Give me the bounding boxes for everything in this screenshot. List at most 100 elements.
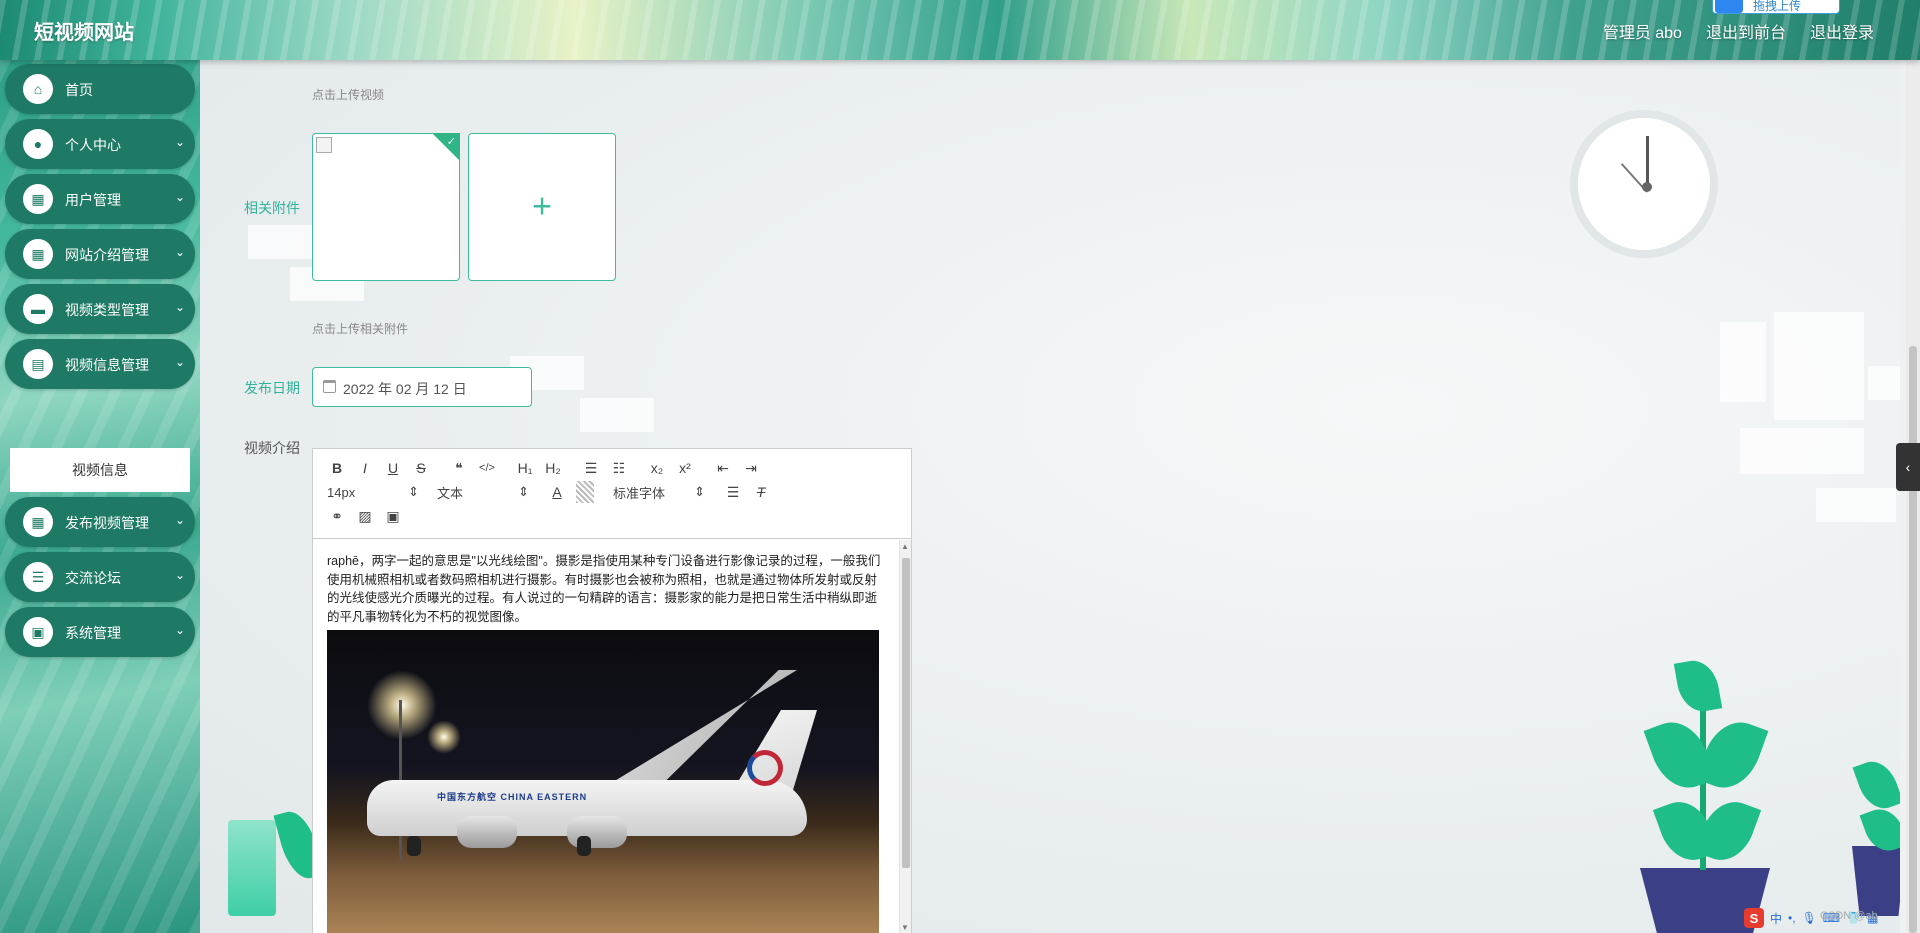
editor-scroll-thumb[interactable] bbox=[902, 558, 910, 868]
chevron-down-icon: ⌄ bbox=[174, 190, 185, 204]
image-icon[interactable]: ▨ bbox=[351, 505, 379, 527]
drag-upload-label: 拖拽上传 bbox=[1753, 0, 1802, 13]
briefcase-icon: ▬ bbox=[23, 294, 53, 324]
sogou-ime-icon[interactable]: S bbox=[1744, 908, 1764, 928]
decor-block bbox=[580, 398, 654, 432]
chevron-down-icon: ⌄ bbox=[174, 568, 185, 582]
grid-icon: ▦ bbox=[23, 184, 53, 214]
editor-content[interactable]: raphē，两字一起的意思是"以光线绘图"。摄影是指使用某种专门设备进行影像记录… bbox=[313, 540, 899, 933]
font-color-icon[interactable]: A bbox=[543, 481, 571, 503]
side-panel-toggle[interactable]: ‹ bbox=[1896, 443, 1920, 491]
broken-image-icon bbox=[316, 137, 332, 153]
outdent-button[interactable]: ⇤ bbox=[709, 457, 737, 479]
italic-button[interactable]: I bbox=[351, 457, 379, 479]
attachment-hint[interactable]: 点击上传相关附件 bbox=[312, 320, 408, 337]
ordered-list-button[interactable]: ☰ bbox=[577, 457, 605, 479]
list-icon: ☰ bbox=[23, 562, 53, 592]
select-arrow-icon: ⇕ bbox=[408, 484, 419, 499]
decor-block bbox=[1720, 322, 1766, 402]
sidebar-item-label: 交流论坛 bbox=[65, 570, 121, 586]
font-family-value: 标准字体 bbox=[613, 485, 666, 501]
scroll-up-icon[interactable]: ▲ bbox=[901, 542, 909, 551]
submenu-item-video-info[interactable]: 视频信息 bbox=[10, 448, 190, 492]
sidebar-item-home[interactable]: ⌂ 首页 bbox=[5, 64, 195, 114]
leaf-decoration bbox=[1852, 755, 1900, 815]
code-block-button[interactable]: </> bbox=[473, 457, 501, 479]
editor-scrollbar[interactable]: ▲ ▼ bbox=[899, 540, 911, 933]
exit-to-frontend-link[interactable]: 退出到前台 bbox=[1706, 19, 1786, 43]
page-scrollbar[interactable] bbox=[1906, 60, 1920, 933]
baidu-upload-icon bbox=[1715, 0, 1743, 13]
page-scroll-thumb[interactable] bbox=[1909, 346, 1917, 933]
clock-center bbox=[1642, 182, 1652, 192]
grid-icon: ▦ bbox=[23, 507, 53, 537]
editor-toolbar: B I U S ❝ </> H₁ H₂ ☰ ☷ x₂ x² ⇤ ⇥ 14px ⇕ bbox=[313, 449, 911, 539]
block-type-select[interactable]: 文本 ⇕ bbox=[433, 481, 533, 503]
select-arrow-icon: ⇕ bbox=[518, 484, 529, 499]
calendar-icon bbox=[323, 380, 336, 393]
underline-button[interactable]: U bbox=[379, 457, 407, 479]
align-icon[interactable]: ☰ bbox=[719, 481, 747, 503]
bullet-list-button[interactable]: ☷ bbox=[605, 457, 633, 479]
upload-video-hint[interactable]: 点击上传视频 bbox=[312, 86, 384, 103]
user-icon: ● bbox=[23, 129, 53, 159]
chevron-down-icon: ⌄ bbox=[174, 355, 185, 369]
sidebar-item-system-management[interactable]: ▣ 系统管理 ⌄ bbox=[5, 607, 195, 657]
chevron-down-icon: ⌄ bbox=[174, 623, 185, 637]
attachment-thumbnail[interactable]: ✓ bbox=[312, 133, 460, 281]
microphone-icon[interactable]: 🎙 bbox=[1802, 911, 1817, 925]
sidebar-item-video-type-management[interactable]: ▬ 视频类型管理 ⌄ bbox=[5, 284, 195, 334]
logout-link[interactable]: 退出登录 bbox=[1810, 19, 1874, 43]
toolbar-row-styles: 14px ⇕ 文本 ⇕ A 标准字体 ⇕ ☰ T bbox=[323, 481, 775, 503]
sign-board-decoration bbox=[228, 820, 276, 916]
airplane-photo: 中国东方航空 CHINA EASTERN bbox=[327, 630, 879, 933]
video-icon[interactable]: ▣ bbox=[379, 505, 407, 527]
publish-date-value: 2022 年 02 月 12 日 bbox=[343, 381, 467, 397]
sidebar-item-user-management[interactable]: ▦ 用户管理 ⌄ bbox=[5, 174, 195, 224]
sidebar: ⌂ 首页 ● 个人中心 ⌄ ▦ 用户管理 ⌄ ▦ 网站介绍管理 ⌄ ▬ 视频类型… bbox=[0, 60, 200, 933]
add-attachment-button[interactable]: + bbox=[468, 133, 616, 281]
airplane-livery-text: 中国东方航空 CHINA EASTERN bbox=[437, 792, 588, 802]
heading1-button[interactable]: H₁ bbox=[511, 457, 539, 479]
sidebar-item-personal-center[interactable]: ● 个人中心 ⌄ bbox=[5, 119, 195, 169]
clear-format-icon[interactable]: T bbox=[747, 481, 775, 503]
heading2-button[interactable]: H₂ bbox=[539, 457, 567, 479]
grid-icon: ▦ bbox=[23, 239, 53, 269]
subscript-button[interactable]: x₂ bbox=[643, 457, 671, 479]
top-header: 短视频网站 拖拽上传 管理员 abo 退出到前台 退出登录 bbox=[0, 0, 1920, 60]
publish-date-picker[interactable]: 2022 年 02 月 12 日 bbox=[312, 367, 532, 407]
block-type-value: 文本 bbox=[437, 485, 464, 501]
superscript-button[interactable]: x² bbox=[671, 457, 699, 479]
drag-upload-button[interactable]: 拖拽上传 bbox=[1712, 0, 1840, 14]
sidebar-item-publish-video-management[interactable]: ▦ 发布视频管理 ⌄ bbox=[5, 497, 195, 547]
sidebar-item-forum[interactable]: ☰ 交流论坛 ⌄ bbox=[5, 552, 195, 602]
scroll-down-icon[interactable]: ▼ bbox=[901, 923, 909, 932]
background-color-icon[interactable] bbox=[576, 481, 594, 503]
bold-button[interactable]: B bbox=[323, 457, 351, 479]
font-size-select[interactable]: 14px ⇕ bbox=[323, 481, 423, 503]
decor-block bbox=[248, 225, 312, 259]
site-title: 短视频网站 bbox=[34, 22, 134, 44]
link-icon[interactable]: ⚭ bbox=[323, 505, 351, 527]
indent-button[interactable]: ⇥ bbox=[737, 457, 765, 479]
airplane-engine bbox=[567, 816, 627, 848]
punctuation-icon[interactable]: •, bbox=[1788, 911, 1796, 925]
sidebar-item-label: 视频类型管理 bbox=[65, 302, 149, 318]
font-family-select[interactable]: 标准字体 ⇕ bbox=[609, 481, 709, 503]
font-size-value: 14px bbox=[327, 484, 356, 500]
sidebar-item-site-intro-management[interactable]: ▦ 网站介绍管理 ⌄ bbox=[5, 229, 195, 279]
video-intro-label: 视频介绍 bbox=[244, 440, 300, 456]
strike-button[interactable]: S bbox=[407, 457, 435, 479]
sidebar-item-video-info-management[interactable]: ▤ 视频信息管理 ⌄ bbox=[5, 339, 195, 389]
publish-date-label: 发布日期 bbox=[244, 380, 300, 396]
doc-icon: ▣ bbox=[23, 617, 53, 647]
ime-mode-label[interactable]: 中 bbox=[1770, 910, 1782, 927]
decor-block bbox=[1816, 488, 1896, 522]
clock-decoration bbox=[1570, 110, 1718, 258]
landing-gear bbox=[577, 836, 591, 856]
clock-hand bbox=[1646, 136, 1649, 188]
plant-pot-decoration bbox=[1852, 846, 1900, 916]
blockquote-button[interactable]: ❝ bbox=[445, 457, 473, 479]
clipboard-icon: ▤ bbox=[23, 349, 53, 379]
admin-user-label: 管理员 abo bbox=[1602, 25, 1682, 42]
